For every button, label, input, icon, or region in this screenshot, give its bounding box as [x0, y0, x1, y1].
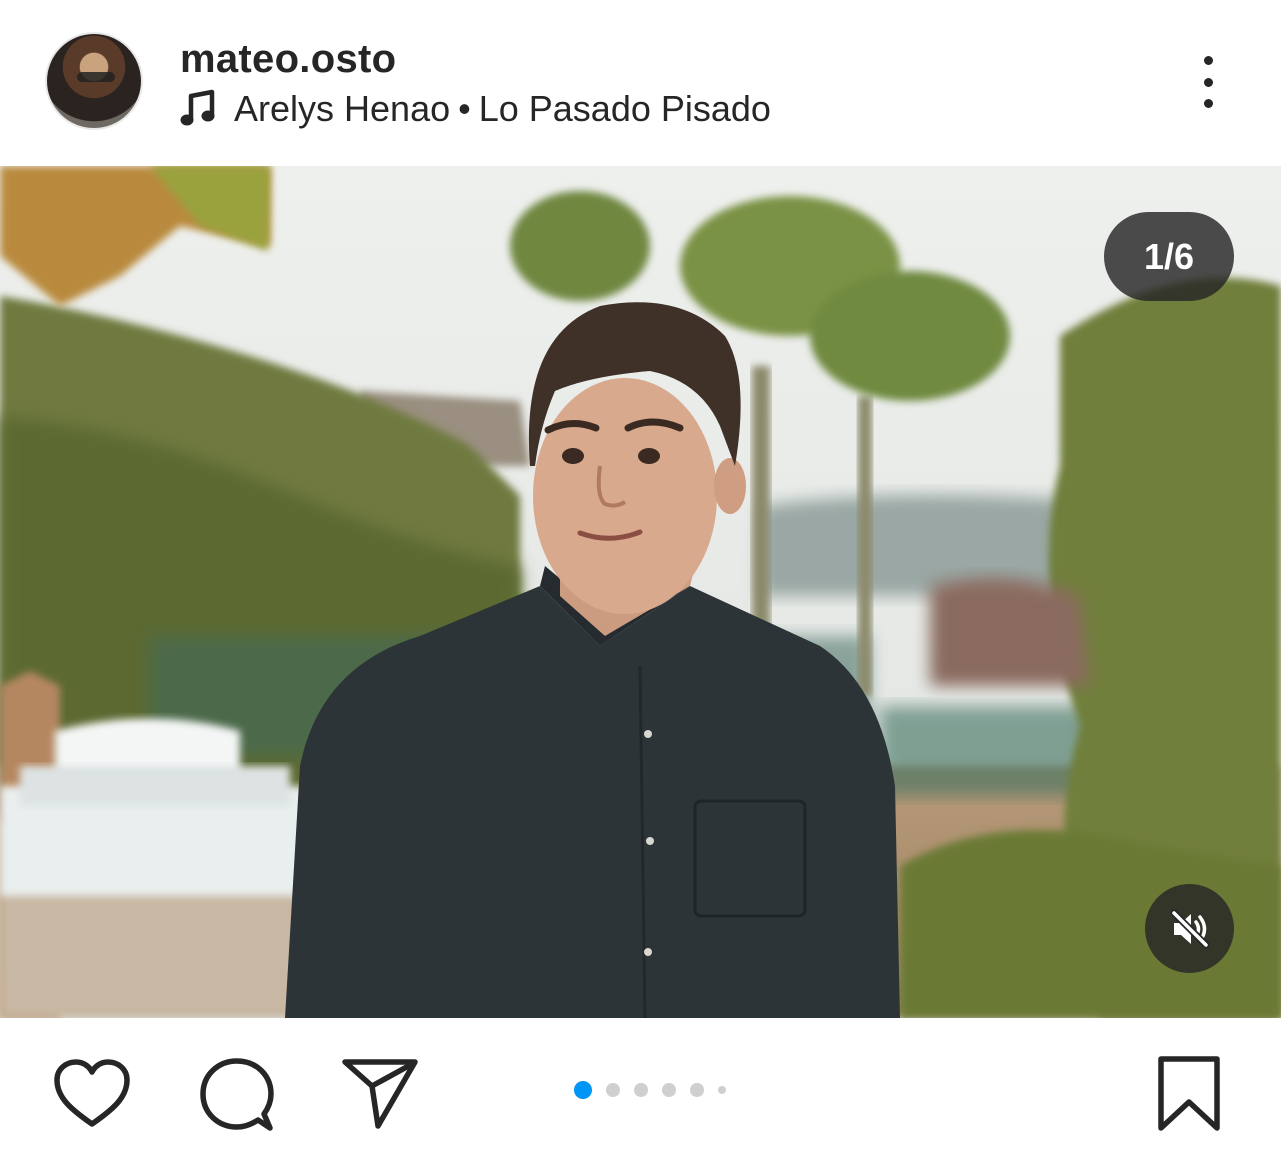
music-note-icon: [180, 89, 216, 129]
carousel-indicator: [574, 1080, 740, 1100]
carousel-dot: [634, 1083, 648, 1097]
speaker-muted-icon[interactable]: [1145, 884, 1234, 973]
username[interactable]: mateo.osto: [180, 37, 396, 82]
bookmark-icon[interactable]: [1155, 1054, 1223, 1134]
music-artist: Arelys Henao: [234, 88, 451, 129]
music-separator: •: [458, 88, 471, 129]
carousel-dot-active: [574, 1081, 592, 1099]
avatar-glasses: [77, 72, 115, 82]
music-label: Arelys Henao • Lo Pasado Pisado: [234, 88, 771, 130]
more-dot: [1203, 77, 1213, 87]
music-song: Lo Pasado Pisado: [478, 88, 771, 129]
music-row[interactable]: Arelys Henao • Lo Pasado Pisado: [180, 88, 771, 130]
more-dot: [1203, 56, 1213, 65]
carousel-dot: [606, 1083, 620, 1097]
post-header: mateo.osto Arelys Henao • Lo Pasado Pisado: [0, 0, 1281, 166]
carousel-dot: [718, 1086, 726, 1094]
carousel-dot: [662, 1083, 676, 1097]
post-photo[interactable]: [0, 166, 1281, 1018]
heart-icon[interactable]: [52, 1058, 132, 1130]
more-dot: [1203, 99, 1213, 108]
comment-bubble-icon[interactable]: [198, 1056, 276, 1134]
photo-image: [0, 166, 1281, 1018]
avatar[interactable]: [45, 32, 143, 130]
action-bar: [0, 1018, 1281, 1168]
paper-plane-icon[interactable]: [340, 1056, 420, 1132]
more-options-icon[interactable]: [1190, 52, 1226, 112]
carousel-counter: 1/6: [1104, 212, 1234, 301]
carousel-dot: [690, 1083, 704, 1097]
